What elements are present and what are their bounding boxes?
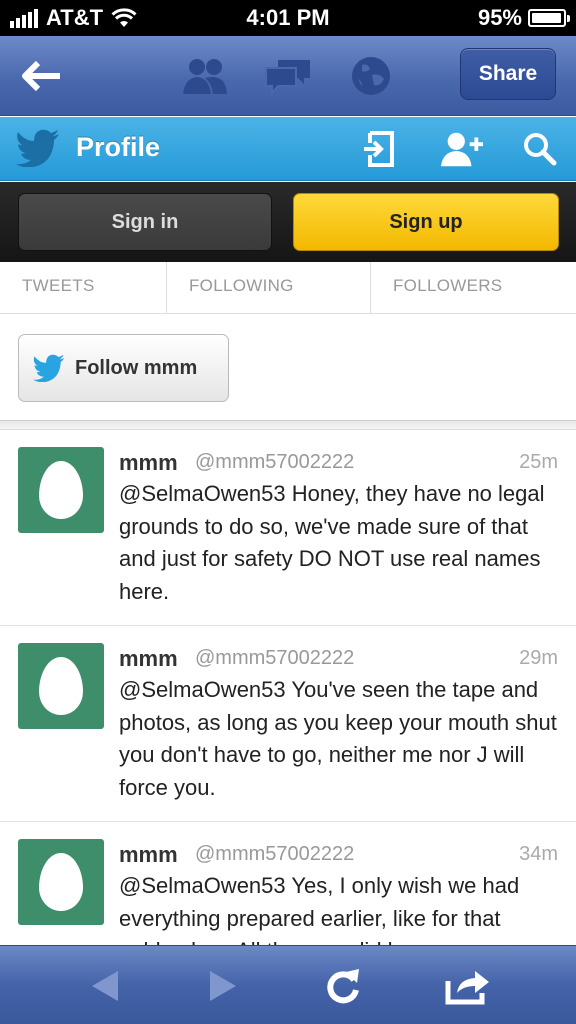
- search-icon: [524, 133, 557, 166]
- battery-percent: 95%: [477, 5, 522, 30]
- sign-up-button[interactable]: Sign up: [293, 193, 559, 251]
- browser-nav-bar: Share: [0, 36, 576, 116]
- tweet-author-handle: @mmm57002222: [195, 451, 355, 473]
- stat-label: TWEETS: [22, 276, 95, 295]
- stat-followers[interactable]: FOLLOWERS: [371, 262, 576, 314]
- tweet-author-handle: @mmm57002222: [195, 843, 355, 865]
- tweet-author-name: mmm: [119, 842, 178, 867]
- search-button[interactable]: [518, 129, 562, 169]
- back-button[interactable]: [20, 56, 64, 96]
- twitter-header: Profile: [0, 117, 576, 181]
- sign-in-button[interactable]: [356, 129, 400, 169]
- discover-button[interactable]: [346, 54, 396, 98]
- stat-following[interactable]: FOLLOWING: [167, 262, 371, 314]
- avatar[interactable]: [18, 447, 104, 533]
- follow-button[interactable]: Follow mmm: [18, 334, 229, 402]
- page-title: Profile: [76, 132, 161, 162]
- follow-user-button[interactable]: [440, 129, 484, 169]
- tweet-item[interactable]: mmm @mmm57002222 25m @SelmaOwen53 Honey,…: [0, 430, 576, 626]
- status-bar: AT&T 4:01 PM 95%: [0, 0, 576, 36]
- tweet-list: mmm @mmm57002222 25m @SelmaOwen53 Honey,…: [0, 430, 576, 945]
- avatar[interactable]: [18, 643, 104, 729]
- tweet-item[interactable]: mmm @mmm57002222 29m @SelmaOwen53 You've…: [0, 626, 576, 822]
- twitter-bird-icon: [33, 354, 65, 382]
- battery-icon: [528, 9, 570, 27]
- stat-tweets[interactable]: TWEETS: [0, 262, 167, 314]
- tweet-author-name: mmm: [119, 646, 178, 671]
- add-user-icon: [440, 132, 484, 167]
- tweet-timestamp: 29m: [519, 647, 558, 669]
- tweet-item[interactable]: mmm @mmm57002222 34m @SelmaOwen53 Yes, I…: [0, 822, 576, 945]
- globe-icon: [352, 57, 390, 95]
- sign-in-button[interactable]: Sign in: [18, 193, 272, 251]
- status-right: 95%: [477, 5, 570, 31]
- forward-icon: [210, 971, 236, 1001]
- stat-label: FOLLOWING: [189, 276, 294, 295]
- tweet-text: @SelmaOwen53 You've seen the tape and ph…: [119, 677, 557, 800]
- tweet-text: @SelmaOwen53 Yes, I only wish we had eve…: [119, 873, 520, 945]
- back-icon: [92, 971, 118, 1001]
- follow-area: Follow mmm: [0, 315, 576, 421]
- battery-fill: [532, 13, 561, 23]
- reload-button[interactable]: [318, 964, 368, 1008]
- tweet-text: @SelmaOwen53 Honey, they have no legal g…: [119, 481, 545, 604]
- share-button[interactable]: [443, 964, 493, 1008]
- egg-avatar-icon: [39, 853, 83, 911]
- tweet-author-handle: @mmm57002222: [195, 647, 355, 669]
- section-divider: [0, 421, 576, 430]
- people-button[interactable]: [180, 54, 230, 98]
- twitter-bird-icon: [16, 129, 59, 167]
- back-button[interactable]: [80, 964, 130, 1008]
- sign-in-icon: [364, 131, 394, 167]
- follow-button-label: Follow mmm: [75, 356, 198, 379]
- auth-bar: Sign in Sign up: [0, 182, 576, 262]
- avatar[interactable]: [18, 839, 104, 925]
- messages-button[interactable]: [263, 54, 313, 98]
- chat-bubbles-icon: [265, 60, 310, 96]
- tweet-author-name: mmm: [119, 450, 178, 475]
- tweet-timestamp: 25m: [519, 451, 558, 473]
- share-icon: [445, 971, 489, 1005]
- browser-toolbar: [0, 945, 576, 1024]
- egg-avatar-icon: [39, 657, 83, 715]
- forward-button[interactable]: [198, 964, 248, 1008]
- back-arrow-icon: [22, 61, 60, 91]
- tweet-timestamp: 34m: [519, 843, 558, 865]
- share-button[interactable]: Share: [460, 48, 556, 100]
- people-icon: [183, 59, 227, 94]
- reload-icon: [327, 969, 359, 1004]
- stat-label: FOLLOWERS: [393, 276, 503, 295]
- screen: AT&T 4:01 PM 95% Share Profile Sign in S…: [0, 0, 576, 1024]
- egg-avatar-icon: [39, 461, 83, 519]
- profile-stats: TWEETS FOLLOWING FOLLOWERS: [0, 262, 576, 314]
